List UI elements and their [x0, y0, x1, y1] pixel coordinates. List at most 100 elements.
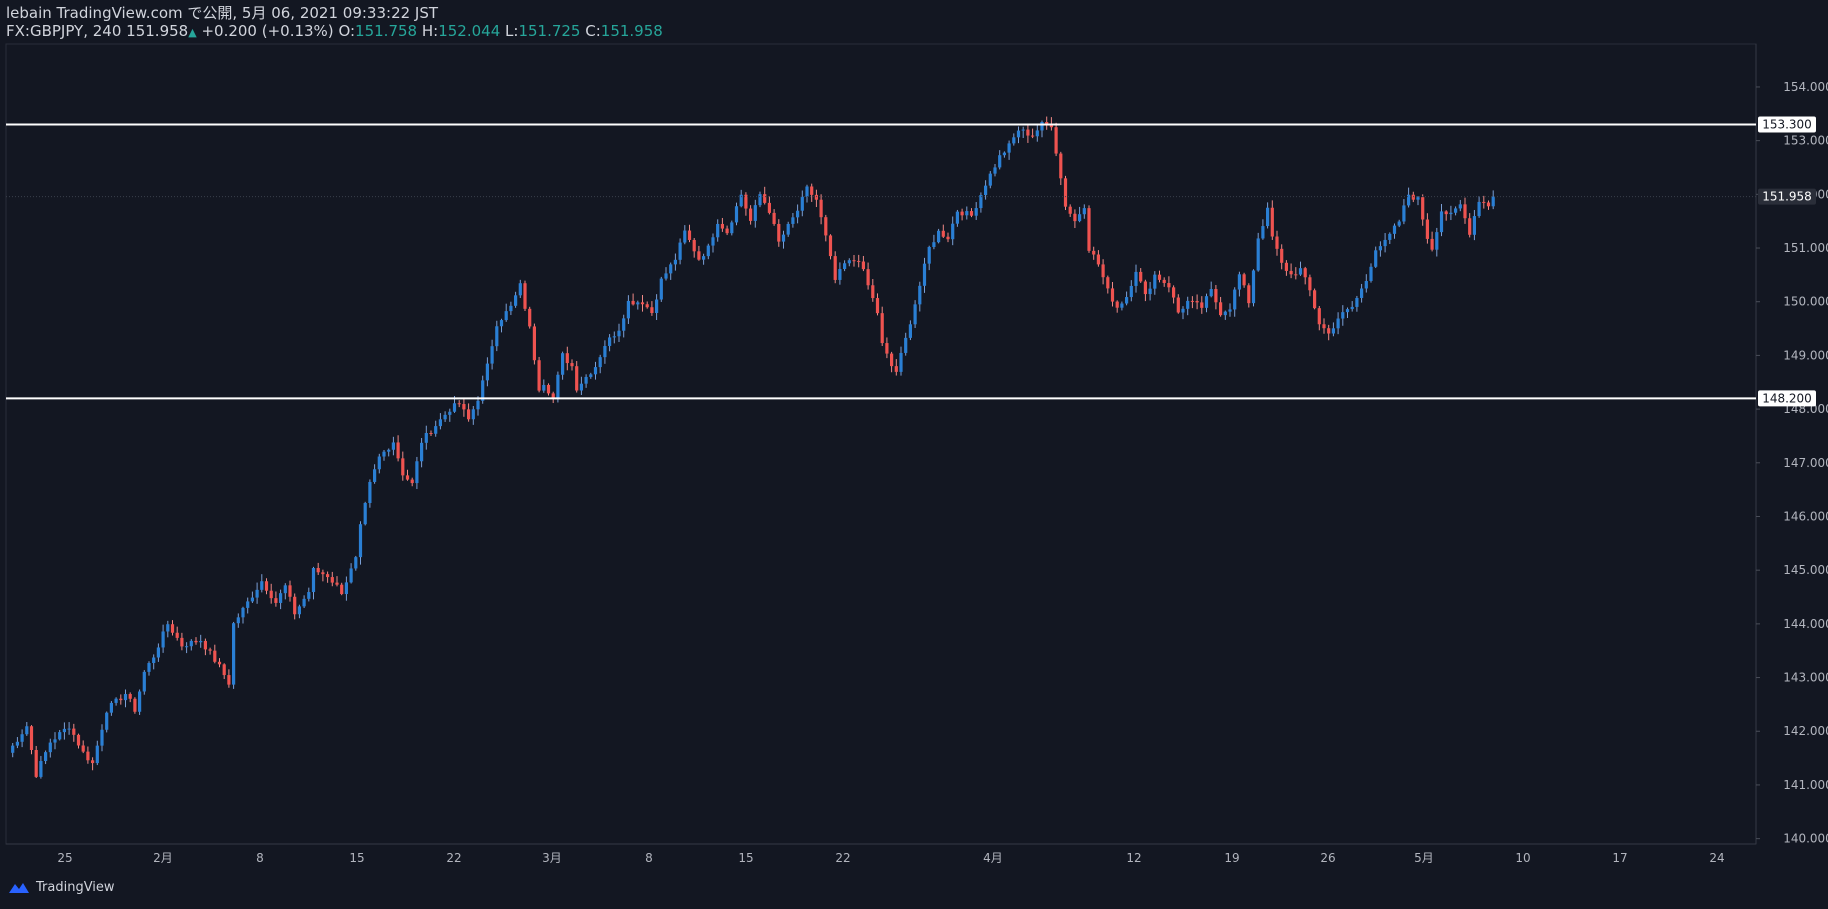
x-tick-label: 19 [1224, 851, 1239, 865]
plot-frame [5, 43, 1757, 845]
candle-body [499, 320, 504, 327]
candle-body [1021, 129, 1025, 131]
candle-body [753, 205, 757, 221]
candle-body [1228, 309, 1232, 312]
candle-body [175, 632, 179, 638]
candle-body [1275, 236, 1279, 249]
candle-body [391, 442, 395, 450]
candle-body [843, 263, 847, 270]
candle-body [899, 352, 903, 372]
y-tick-label: 142.000 [1783, 724, 1828, 738]
current-price-label: 151.958 [1762, 190, 1812, 204]
candle-body [119, 698, 123, 701]
candle-body [189, 640, 193, 647]
candle-body [1322, 324, 1326, 329]
candle-body [617, 330, 621, 337]
candle-body [777, 223, 781, 242]
candle-body [81, 745, 85, 752]
candle-body [922, 263, 927, 286]
candle-body [264, 581, 269, 591]
candle-body [1491, 196, 1495, 207]
candle-body [904, 337, 908, 353]
candle-body [1449, 212, 1453, 215]
candle-body [828, 235, 833, 257]
candle-body [636, 302, 640, 305]
x-tick-label: 25 [57, 851, 72, 865]
candle-body [702, 256, 706, 260]
candle-body [387, 449, 391, 452]
candle-body [123, 694, 128, 701]
candle-body [523, 283, 527, 309]
y-tick-label: 150.000 [1783, 295, 1828, 309]
candle-body [1134, 271, 1138, 286]
candle-body [67, 728, 71, 730]
tradingview-logo-icon [9, 882, 29, 893]
candle-body [297, 606, 301, 615]
candle-body [91, 760, 95, 764]
candle-body [1059, 153, 1063, 179]
candle-body [1012, 137, 1016, 144]
candle-body [612, 336, 616, 338]
candle-body [250, 597, 254, 602]
candle-body [180, 637, 184, 647]
candle-body [161, 631, 165, 648]
x-tick-label: 15 [349, 851, 364, 865]
candle-body [194, 640, 198, 643]
candlestick-chart[interactable]: 140.000 141.000 142.000 143.000 144.000 145.0… [0, 0, 1828, 909]
candle-body [1458, 204, 1462, 209]
candle-body [213, 650, 217, 662]
candle-body [781, 234, 786, 242]
candle-body [509, 305, 513, 312]
candle-body [462, 404, 466, 410]
candle-body [1270, 207, 1274, 237]
candle-body [1153, 274, 1157, 289]
candle-body [791, 217, 795, 224]
candle-body [833, 256, 837, 280]
candle-body [871, 285, 875, 299]
candle-body [1139, 271, 1143, 282]
candle-body [1016, 130, 1021, 138]
candle-body [669, 264, 673, 274]
candle-body [810, 186, 814, 195]
candle-body [311, 567, 316, 593]
candle-body [1082, 208, 1086, 215]
candle-body [274, 598, 278, 603]
candle-body [410, 479, 414, 484]
candle-body [279, 593, 283, 603]
candle-body [570, 363, 574, 367]
footer-brand[interactable]: TradingView [8, 880, 115, 895]
candle-body [716, 223, 720, 238]
candle-body [932, 242, 936, 248]
candle-body [377, 456, 381, 470]
candle-body [1195, 301, 1199, 303]
x-tick-label: 17 [1612, 851, 1627, 865]
candle-body [805, 186, 809, 197]
candle-body [937, 230, 941, 243]
candle-body [913, 304, 917, 325]
candle-body [1374, 250, 1378, 267]
candle-body [1397, 221, 1401, 226]
candle-body [1444, 211, 1448, 215]
candle-body [946, 236, 950, 240]
x-tick-label: 10 [1515, 851, 1530, 865]
candle-body [1294, 274, 1298, 276]
candle-body [955, 211, 959, 224]
candle-body [424, 433, 428, 443]
candle-body [1162, 279, 1166, 284]
candle-body [335, 582, 339, 585]
candle-body [147, 663, 151, 672]
candle-body [1472, 216, 1476, 235]
y-tick-label: 146.000 [1783, 509, 1828, 523]
candle-body [852, 260, 856, 262]
candle-body [1176, 297, 1180, 313]
candle-body [1313, 290, 1317, 309]
candle-body [1341, 312, 1345, 319]
candle-body [758, 194, 762, 206]
candle-body [241, 607, 245, 618]
y-tick-label: 140.000 [1783, 832, 1828, 846]
candle-body [1096, 254, 1100, 265]
candle-body [659, 278, 663, 300]
candle-body [819, 199, 823, 218]
x-tick-label: 3月 [542, 851, 562, 865]
candle-body [53, 739, 57, 743]
